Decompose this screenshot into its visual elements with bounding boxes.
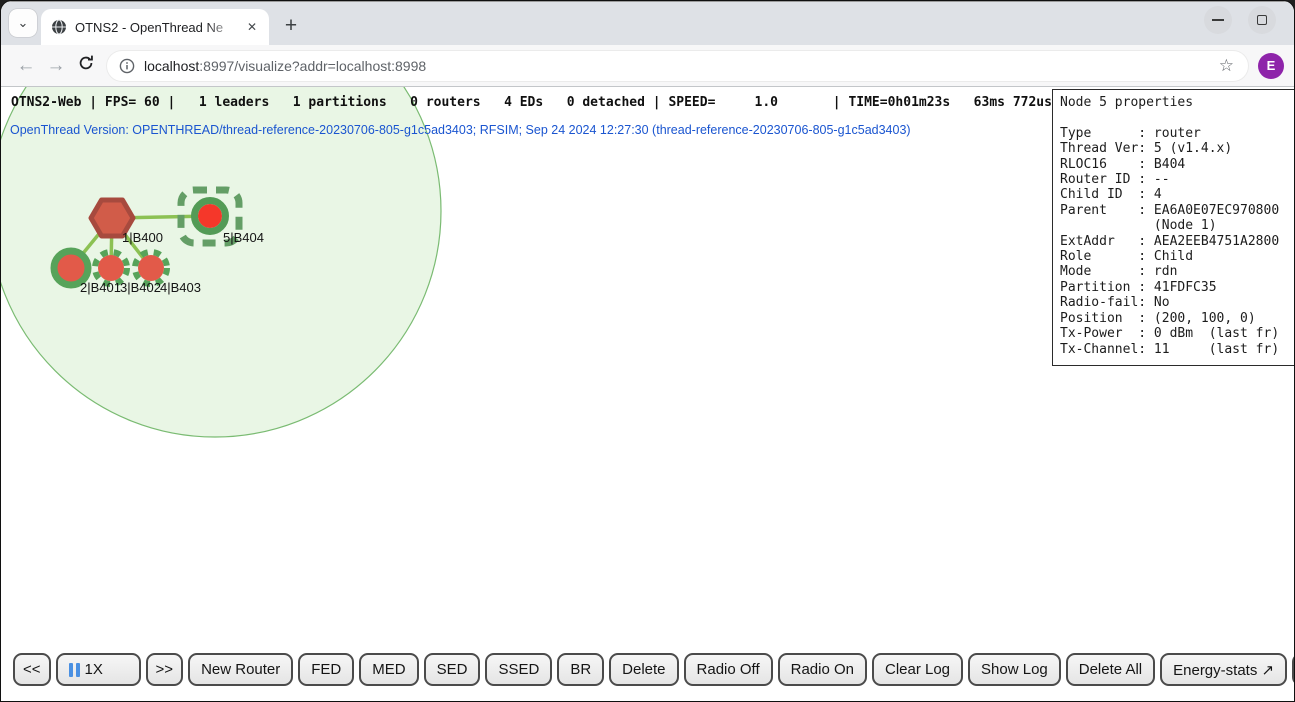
back-button[interactable]: ←: [11, 51, 41, 81]
url-path: :8997/visualize?addr=localhost:8998: [199, 58, 426, 74]
show-log-button[interactable]: Show Log: [968, 653, 1061, 686]
bottom-toolbar: << 1X >> New Router FED MED SED SSED BR …: [13, 653, 1294, 686]
speed-down-button[interactable]: <<: [13, 653, 51, 686]
med-button[interactable]: MED: [359, 653, 418, 686]
radio-on-button[interactable]: Radio On: [778, 653, 867, 686]
clear-log-button[interactable]: Clear Log: [872, 653, 963, 686]
ssed-button[interactable]: SSED: [485, 653, 552, 686]
omnibox[interactable]: localhost:8997/visualize?addr=localhost:…: [107, 51, 1248, 81]
pause-speed-button[interactable]: 1X: [56, 653, 141, 686]
url-text[interactable]: localhost:8997/visualize?addr=localhost:…: [144, 58, 1217, 74]
forward-button[interactable]: →: [41, 51, 71, 81]
new-router-button[interactable]: New Router: [188, 653, 293, 686]
speed-up-button[interactable]: >>: [146, 653, 184, 686]
tab-close-icon[interactable]: ✕: [243, 18, 261, 36]
node-label-5: 5|B404: [223, 230, 264, 245]
profile-avatar[interactable]: E: [1258, 53, 1284, 79]
url-host: localhost: [144, 58, 199, 74]
tab-title: OTNS2 - OpenThread Ne: [75, 20, 243, 35]
chevron-down-icon: ⌄: [18, 15, 29, 31]
address-bar: ← → localhost:8997/visualize?addr=localh…: [1, 45, 1294, 87]
delete-button[interactable]: Delete: [609, 653, 678, 686]
globe-favicon-icon: [51, 19, 67, 35]
bookmark-star-icon[interactable]: ☆: [1217, 56, 1236, 76]
info-icon[interactable]: [119, 58, 135, 74]
openthread-version-line: OpenThread Version: OPENTHREAD/thread-re…: [10, 123, 911, 137]
browser-window: ⌄ OTNS2 - OpenThread Ne ✕ + ← →: [0, 0, 1295, 702]
simulator-status-bar: OTNS2-Web | FPS= 60 | 1 leaders 1 partit…: [11, 95, 1052, 110]
fed-button[interactable]: FED: [298, 653, 354, 686]
node-properties-panel: Node 5 properties Type : router Thread V…: [1052, 89, 1294, 366]
br-button[interactable]: BR: [557, 653, 604, 686]
sed-button[interactable]: SED: [424, 653, 481, 686]
delete-all-button[interactable]: Delete All: [1066, 653, 1155, 686]
node-stats-button[interactable]: Node-stats ↗: [1292, 653, 1294, 686]
node-label-2: 2|B401: [80, 280, 121, 295]
maximize-icon: [1257, 15, 1267, 25]
node-label-1: 1|B400: [122, 230, 163, 245]
node-label-4: 4|B403: [160, 280, 201, 295]
speed-label: 1X: [85, 661, 103, 678]
maximize-button[interactable]: [1248, 6, 1276, 34]
minimize-button[interactable]: [1204, 6, 1232, 34]
radio-off-button[interactable]: Radio Off: [684, 653, 773, 686]
pause-icon: [69, 663, 80, 677]
otns-page: OTNS2-Web | FPS= 60 | 1 leaders 1 partit…: [1, 87, 1294, 701]
tab-strip: ⌄ OTNS2 - OpenThread Ne ✕ +: [1, 1, 1294, 45]
new-tab-button[interactable]: +: [277, 11, 305, 39]
window-controls: [1204, 6, 1276, 34]
energy-stats-button[interactable]: Energy-stats ↗: [1160, 653, 1287, 686]
node-label-3: 3|B402: [120, 280, 161, 295]
minimize-icon: [1212, 19, 1224, 21]
browser-tab[interactable]: OTNS2 - OpenThread Ne ✕: [41, 9, 269, 45]
tab-search-button[interactable]: ⌄: [9, 9, 37, 37]
reload-icon: [77, 54, 95, 72]
reload-button[interactable]: [71, 51, 101, 81]
